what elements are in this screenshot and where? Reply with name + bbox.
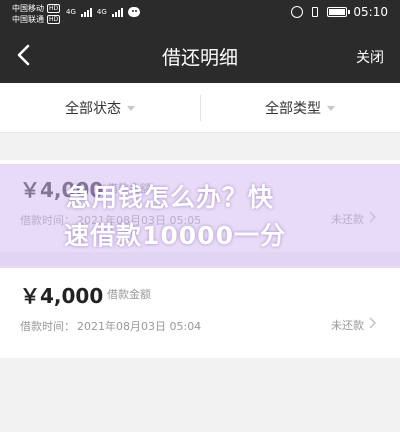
loan-time-label: 借款时间： (20, 214, 75, 227)
status-filter-label: 全部状态 (65, 101, 121, 117)
system-status: 05:10 (291, 5, 388, 19)
vibrate-icon (309, 6, 321, 18)
network-type-1: 4G (66, 7, 76, 16)
navigation-bar: 借还明细 关闭 (0, 28, 400, 83)
loan-record-item[interactable]: ￥4,000 借款金额 借款时间： 2021年08月03日 05:05 未还款 (0, 160, 400, 252)
repayment-status: 未还款 (331, 213, 364, 226)
status-bar: 中国移动 HD 中国联通 HD 4G 4G 05:10 (0, 0, 400, 28)
loan-time: 借款时间： 2021年08月03日 05:04 (20, 318, 201, 334)
filter-bar: 全部状态 全部类型 (0, 83, 400, 133)
loan-time-value: 2021年08月03日 05:04 (77, 320, 202, 333)
chevron-right-icon (369, 317, 377, 329)
status-filter-dropdown[interactable]: 全部状态 (0, 83, 200, 133)
loan-record-item[interactable]: ￥4,000 借款金额 借款时间： 2021年08月03日 05:04 未还款 (0, 266, 400, 358)
hd-badge-2: HD (47, 15, 61, 24)
loan-amount-label: 借款金额 (107, 182, 151, 195)
loan-time-label: 借款时间： (20, 320, 75, 333)
carrier-info: 中国移动 HD 中国联通 HD (12, 3, 61, 25)
wechat-icon (127, 6, 140, 17)
type-filter-label: 全部类型 (265, 101, 321, 117)
signal-2-icon (111, 6, 123, 17)
loan-amount: ￥4,000 (20, 284, 104, 308)
clock-time: 05:10 (353, 5, 388, 19)
repayment-status: 未还款 (331, 319, 364, 332)
hd-badge: HD (47, 4, 61, 13)
loan-amount: ￥4,000 (20, 178, 104, 202)
signal-1-icon (80, 6, 92, 17)
loan-time-value: 2021年08月03日 05:05 (77, 214, 202, 227)
loan-time: 借款时间： 2021年08月03日 05:05 (20, 212, 201, 228)
caret-down-icon (127, 105, 135, 111)
chevron-right-icon (369, 211, 377, 223)
network-type-2: 4G (96, 7, 107, 16)
carrier-2-name: 中国联通 (12, 15, 44, 24)
page-title: 借还明细 (161, 47, 238, 69)
network-indicators: 4G 4G (66, 6, 140, 17)
close-button[interactable]: 关闭 (356, 47, 384, 67)
type-filter-dropdown[interactable]: 全部类型 (200, 83, 400, 133)
carrier-1-name: 中国移动 (12, 4, 44, 13)
alarm-icon (291, 6, 304, 18)
battery-icon (327, 7, 351, 17)
loan-amount-label: 借款金额 (107, 288, 151, 301)
caret-down-icon (327, 105, 335, 111)
